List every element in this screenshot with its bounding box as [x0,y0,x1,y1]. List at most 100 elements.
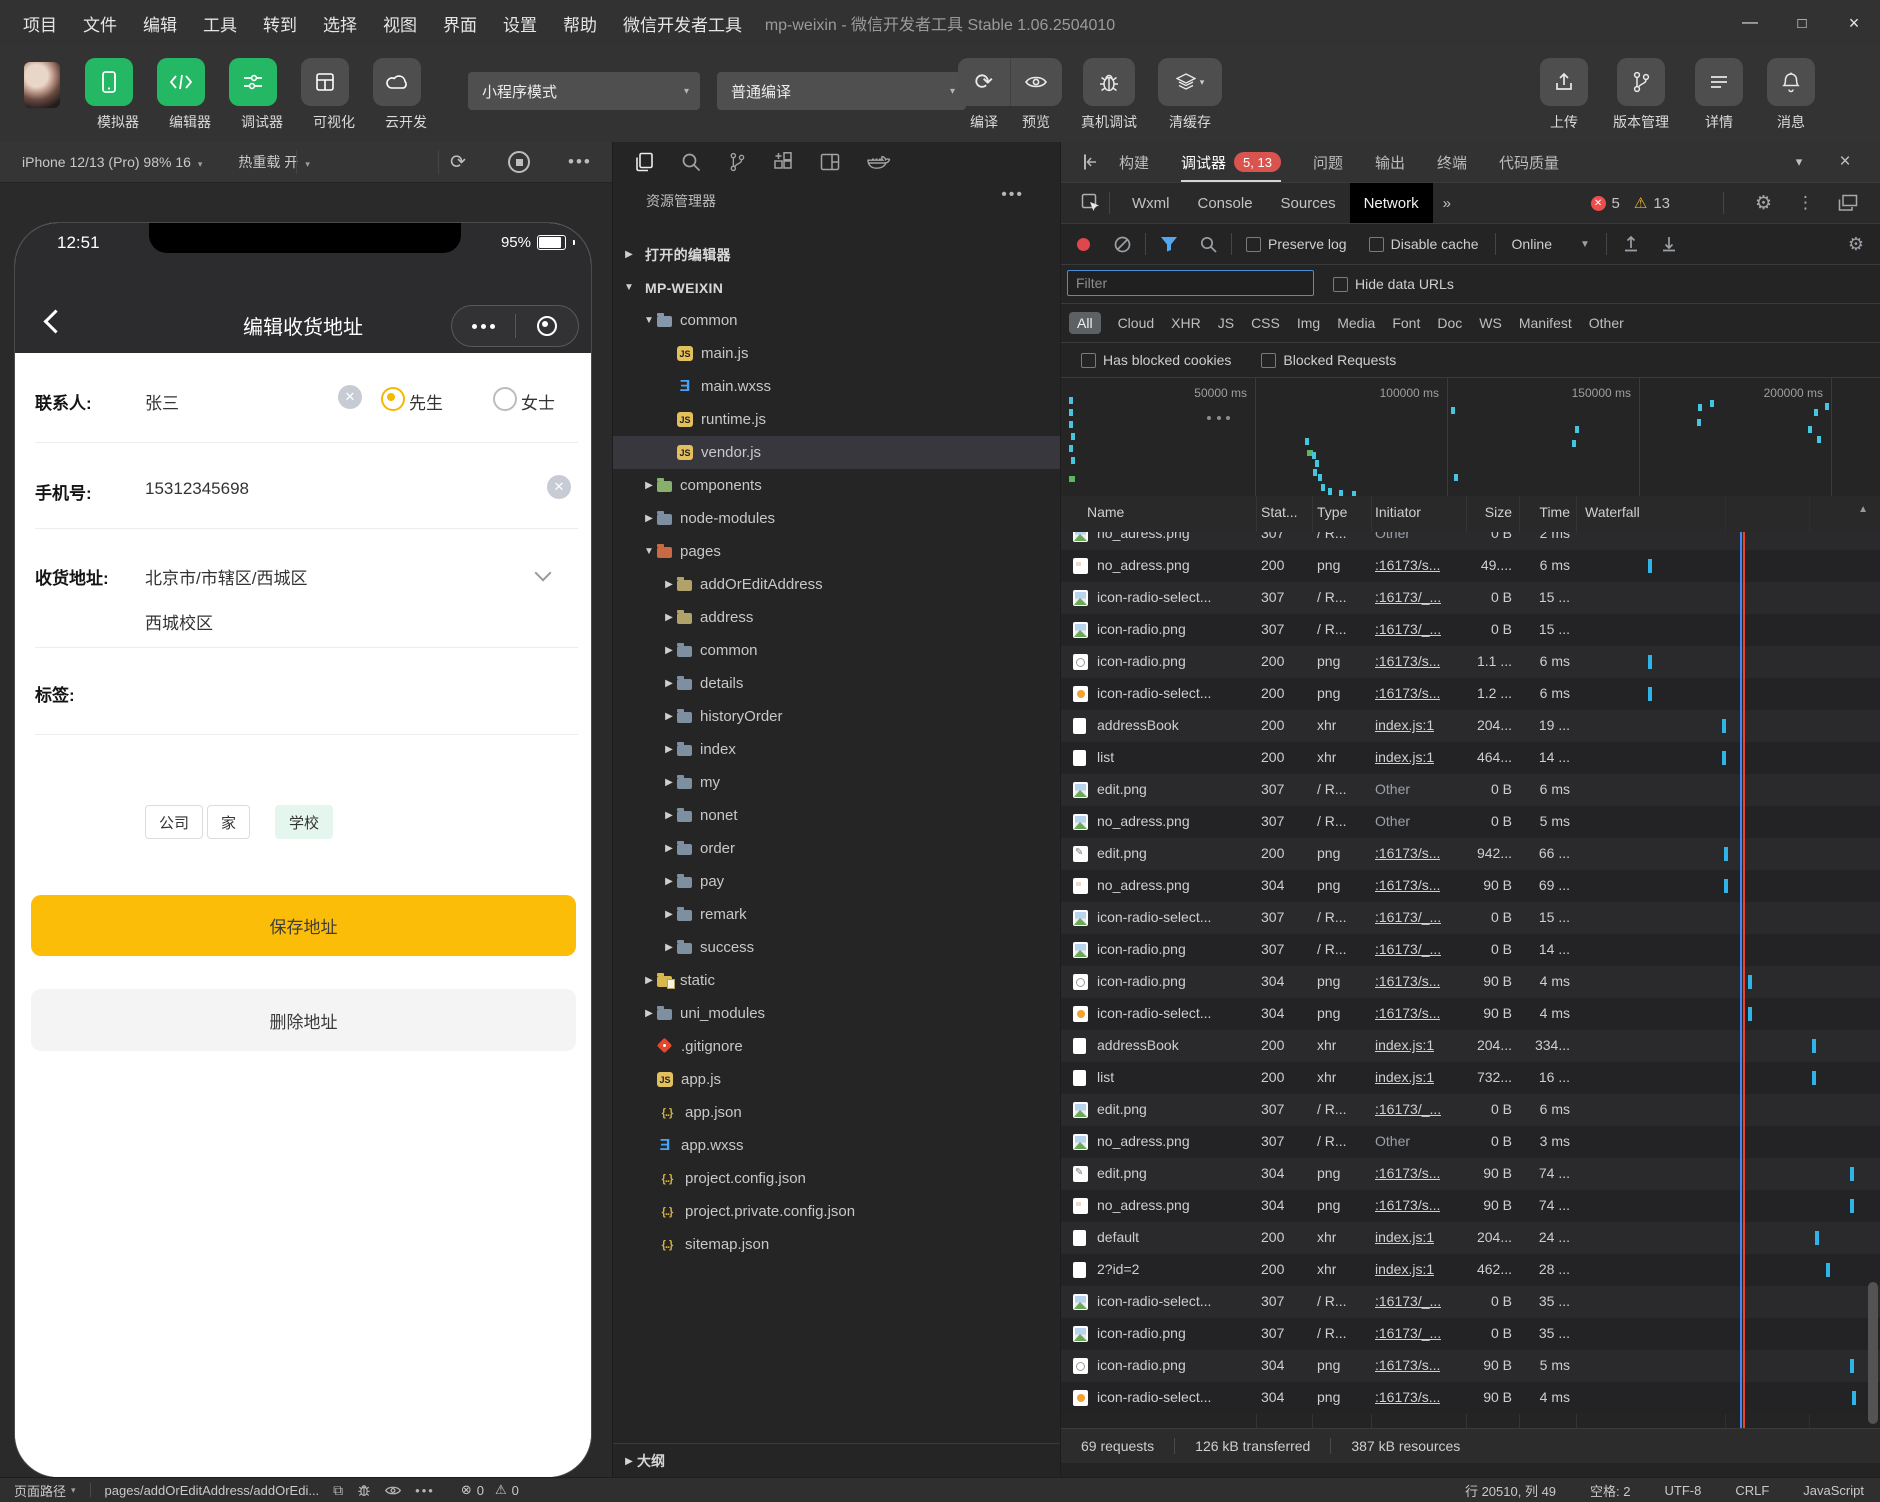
network-request-row[interactable]: no_adress.png304png:16173/s...90 B74 ... [1061,1190,1880,1222]
request-initiator[interactable]: :16173/s... [1375,1357,1440,1373]
preview-button[interactable] [1010,58,1063,106]
filter-chip-img[interactable]: Img [1297,315,1320,331]
tree-item-remark[interactable]: ▶remark [613,898,1060,931]
tree-item-MP-WEIXIN[interactable]: ▼MP-WEIXIN [613,271,1060,304]
menu-item-6[interactable]: 视图 [370,11,430,36]
network-request-row[interactable]: default200xhrindex.js:1204...24 ... [1061,1222,1880,1254]
filter-chip-js[interactable]: JS [1218,315,1234,331]
network-request-row[interactable]: icon-radio-select...200png:16173/s...1.2… [1061,678,1880,710]
save-address-button[interactable]: 保存地址 [31,895,576,956]
filter-chip-doc[interactable]: Doc [1437,315,1462,331]
filter-input[interactable] [1067,270,1314,296]
filter-chip-font[interactable]: Font [1392,315,1420,331]
network-request-row[interactable]: icon-radio.png304png:16173/s...90 B5 ms [1061,1350,1880,1382]
cursor-position[interactable]: 行 20510, 列 49 [1465,1481,1556,1500]
simulator-button[interactable] [85,58,133,106]
request-initiator[interactable]: :16173/s... [1375,557,1440,573]
preserve-log-checkbox[interactable] [1246,237,1261,252]
debug-icon[interactable] [357,1483,371,1497]
request-initiator[interactable]: :16173/_... [1375,1101,1441,1117]
request-initiator[interactable]: :16173/s... [1375,877,1440,893]
filter-chip-other[interactable]: Other [1589,315,1624,331]
radio-female[interactable] [493,387,517,411]
network-request-row[interactable]: icon-radio-select...307/ R...:16173/_...… [1061,902,1880,934]
filter-icon[interactable] [1160,236,1178,252]
network-settings-gear-icon[interactable]: ⚙ [1848,234,1864,255]
filter-chip-manifest[interactable]: Manifest [1519,315,1572,331]
network-request-row[interactable]: edit.png307/ R...:16173/_...0 B6 ms [1061,1094,1880,1126]
problems-indicator[interactable]: ⊗0 ⚠0 [461,1482,519,1498]
request-initiator[interactable]: :16173/s... [1375,1005,1440,1021]
col-size[interactable]: Size [1485,504,1512,520]
eye-icon[interactable] [385,1485,401,1496]
menu-item-3[interactable]: 工具 [190,11,250,36]
more-icon[interactable]: ••• [1001,186,1024,204]
radio-male[interactable] [381,387,405,411]
menu-item-4[interactable]: 转到 [250,11,310,36]
request-initiator[interactable]: :16173/s... [1375,845,1440,861]
request-initiator[interactable]: index.js:1 [1375,717,1434,733]
network-request-row[interactable]: icon-radio-select...304png:16173/s...90 … [1061,1382,1880,1414]
menu-item-8[interactable]: 设置 [490,11,550,36]
page-path-value[interactable]: pages/addOrEditAddress/addOrEdi... [105,1483,320,1498]
request-initiator[interactable]: :16173/_... [1375,589,1441,605]
hot-reload-toggle[interactable]: 热重载 开▾ [238,152,309,172]
version-button[interactable] [1617,58,1665,106]
network-request-row[interactable]: edit.png200png:16173/s...942...66 ... [1061,838,1880,870]
search-icon[interactable] [681,152,701,172]
request-initiator[interactable]: :16173/_... [1375,621,1441,637]
filter-chip-xhr[interactable]: XHR [1171,315,1201,331]
filter-chip-cloud[interactable]: Cloud [1118,315,1155,331]
subtab-sources[interactable]: Sources [1267,183,1350,223]
compile-button[interactable]: ⟳ [958,58,1010,106]
compile-mode-select[interactable]: 普通编译 ▾ [717,72,966,110]
has-blocked-cookies-checkbox[interactable] [1081,353,1096,368]
tree-item-my[interactable]: ▶my [613,766,1060,799]
more-icon[interactable]: ••• [568,152,592,172]
network-request-row[interactable]: list200xhrindex.js:1732...16 ... [1061,1062,1880,1094]
request-initiator[interactable]: :16173/s... [1375,1389,1440,1405]
close-button[interactable]: × [1828,0,1880,46]
tree-item-vendor.js[interactable]: JSvendor.js [613,436,1060,469]
network-request-row[interactable]: icon-radio-select...307/ R...:16173/_...… [1061,1286,1880,1318]
tree-item-runtime.js[interactable]: JSruntime.js [613,403,1060,436]
export-har-icon[interactable] [1661,236,1677,252]
tree-item-pay[interactable]: ▶pay [613,865,1060,898]
filter-chip-all[interactable]: All [1069,312,1101,334]
cloud-button[interactable] [373,58,421,106]
network-request-row[interactable]: edit.png304png:16173/s...90 B74 ... [1061,1158,1880,1190]
request-initiator[interactable]: :16173/_... [1375,909,1441,925]
tree-item-app.js[interactable]: JSapp.js [613,1063,1060,1096]
network-request-row[interactable]: icon-radio.png307/ R...:16173/_...0 B14 … [1061,934,1880,966]
menu-item-1[interactable]: 文件 [70,11,130,36]
layout-icon[interactable] [820,153,840,171]
request-initiator[interactable]: :16173/s... [1375,973,1440,989]
error-count[interactable]: ✕ 5 ⚠ 13 [1591,194,1670,212]
subtab-network[interactable]: Network [1350,183,1433,223]
tree-item-success[interactable]: ▶success [613,931,1060,964]
tree-item-sitemap.json[interactable]: {..}sitemap.json [613,1228,1060,1261]
address-picker[interactable]: 北京市/市辖区/西城区 [145,564,307,589]
tree-item-[interactable]: ▶打开的编辑器 [613,238,1060,271]
clear-cache-button[interactable]: ▾ [1158,58,1222,106]
tree-item-app.json[interactable]: {..}app.json [613,1096,1060,1129]
files-icon[interactable] [634,152,654,172]
tree-item-project.config.json[interactable]: {..}project.config.json [613,1162,1060,1195]
more-icon[interactable]: ••• [415,1483,435,1498]
menu-item-5[interactable]: 选择 [310,11,370,36]
devtools-tab-1[interactable]: 调试器5, 13 [1181,142,1281,182]
tag-chip-2[interactable]: 学校 [275,805,333,839]
network-request-row[interactable]: icon-radio.png304png:16173/s...90 B4 ms [1061,966,1880,998]
request-initiator[interactable]: index.js:1 [1375,1069,1434,1085]
stop-icon[interactable] [508,151,530,173]
network-request-row[interactable]: no_adress.png200png:16173/s...49....6 ms [1061,550,1880,582]
close-panel-icon[interactable]: × [1830,142,1860,182]
maximize-button[interactable]: □ [1776,0,1828,46]
mode-select[interactable]: 小程序模式 ▾ [468,72,700,110]
eol[interactable]: CRLF [1735,1483,1769,1498]
chevron-down-icon[interactable] [535,565,552,582]
network-request-row[interactable]: no_adress.png307/ R...Other0 B2 ms [1061,532,1880,550]
tree-item-main.wxss[interactable]: Ǝmain.wxss [613,370,1060,403]
menu-item-10[interactable]: 微信开发者工具 [610,11,755,36]
clear-icon[interactable]: ✕ [338,385,362,409]
